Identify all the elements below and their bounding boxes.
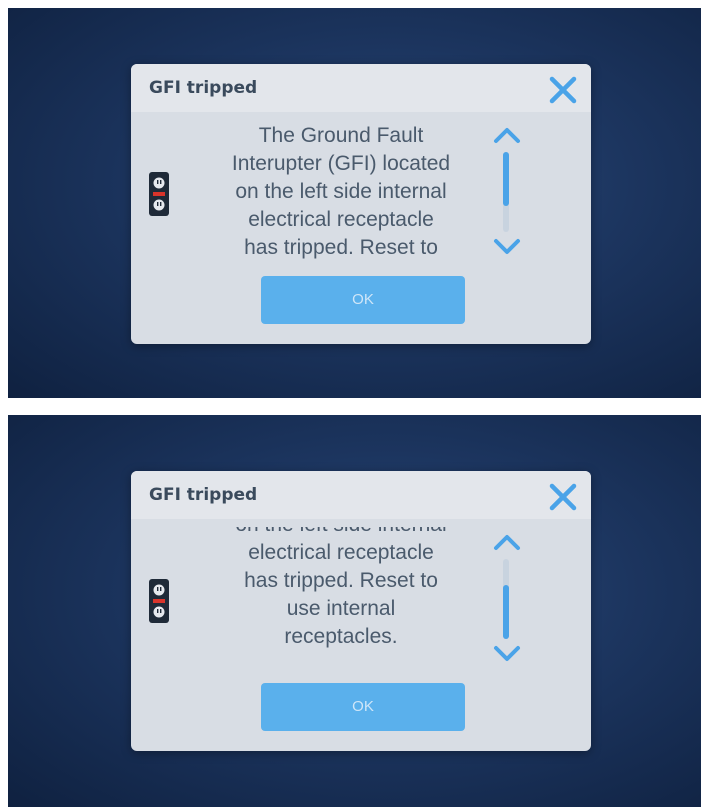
message-line: use internal: [286, 597, 396, 620]
message-line: electrical receptacle: [248, 208, 434, 231]
message-line: The Ground Fault: [258, 124, 424, 147]
scrollbar-track[interactable]: [503, 152, 509, 232]
electrical-outlet-icon: [149, 172, 169, 216]
gfi-dialog: GFI tripped The Ground Fault Interupter …: [131, 64, 591, 344]
scroll-down-chevron-icon[interactable]: [491, 236, 523, 258]
ok-button[interactable]: OK: [261, 276, 465, 324]
scroll-up-chevron-icon[interactable]: [491, 124, 523, 146]
dialog-title: GFI tripped: [149, 78, 258, 98]
screen-top: GFI tripped The Ground Fault Interupter …: [8, 8, 701, 398]
message-line: has tripped. Reset to: [244, 569, 438, 592]
scroll-down-chevron-icon[interactable]: [491, 643, 523, 665]
screen-bottom: GFI tripped on the left: [8, 415, 701, 807]
message-line: on the left side internal: [235, 180, 447, 203]
message-line: Interupter (GFI) located: [231, 152, 451, 175]
dialog-header: GFI tripped: [131, 64, 591, 112]
dialog-title: GFI tripped: [149, 485, 258, 505]
message-text: on the left side internal electrical rec…: [191, 527, 491, 651]
scrollbar-thumb[interactable]: [503, 152, 509, 206]
scrollbar-track[interactable]: [503, 559, 509, 639]
message-scroll-area[interactable]: The Ground Fault Interupter (GFI) locate…: [191, 120, 491, 262]
ok-button[interactable]: OK: [261, 683, 465, 731]
dialog-header: GFI tripped: [131, 471, 591, 519]
electrical-outlet-icon: [149, 579, 169, 623]
message-line: electrical receptacle: [248, 541, 434, 564]
message-scroll-area[interactable]: on the left side internal electrical rec…: [191, 527, 491, 669]
gfi-dialog: GFI tripped on the left: [131, 471, 591, 751]
message-line: receptacles.: [284, 625, 398, 648]
scroll-up-chevron-icon[interactable]: [491, 531, 523, 553]
scrollbar-thumb[interactable]: [503, 585, 509, 639]
close-icon[interactable]: [543, 477, 583, 517]
close-icon[interactable]: [543, 70, 583, 110]
message-text: The Ground Fault Interupter (GFI) locate…: [191, 122, 491, 262]
message-line: has tripped. Reset to: [244, 236, 438, 259]
message-line: on the left side internal: [191, 527, 491, 539]
